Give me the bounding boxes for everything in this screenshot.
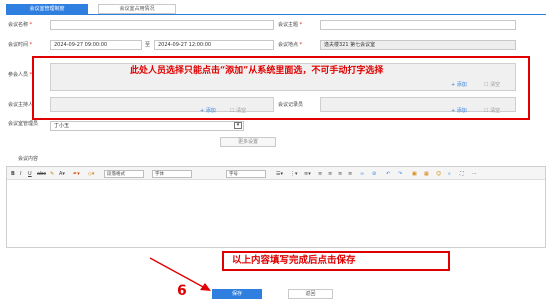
arrow-icon xyxy=(149,257,211,291)
save-button[interactable]: 保存 xyxy=(212,289,262,299)
step-number: 6 xyxy=(177,283,187,299)
back-button[interactable]: 返回 xyxy=(288,289,333,299)
